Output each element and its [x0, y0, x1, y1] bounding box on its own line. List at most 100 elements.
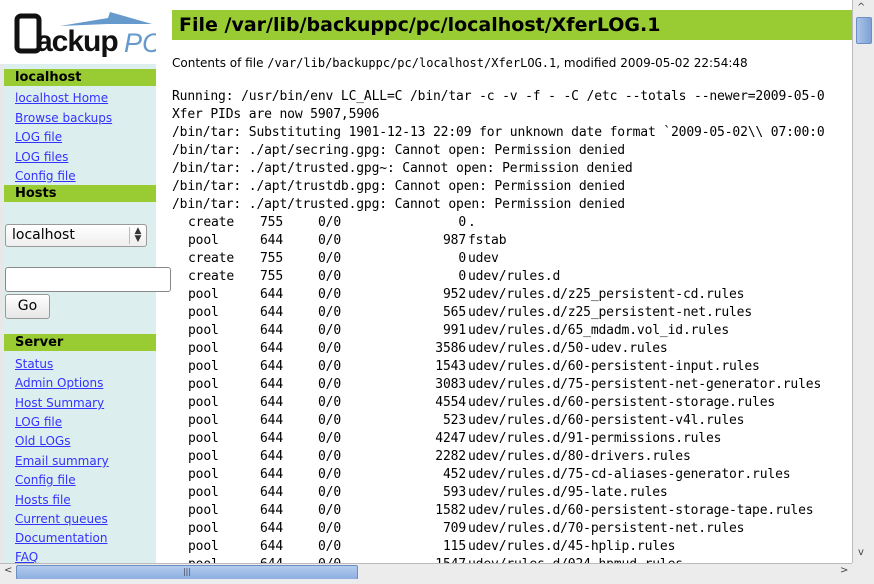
file-row: pool 644 0/0 4554 udev/rules.d/60-persistent…	[172, 394, 852, 412]
file-size: 1543	[435, 359, 466, 374]
file-owner: 0/0	[318, 431, 342, 446]
file-action: create	[188, 251, 235, 266]
scroll-left-icon[interactable]: <	[4, 565, 12, 576]
svg-text:ackup: ackup	[36, 25, 118, 58]
file-owner: 0/0	[318, 215, 342, 230]
file-row: pool 644 0/0 4247 udev/rules.d/91-permission…	[172, 430, 852, 448]
file-action: pool	[188, 359, 219, 374]
horizontal-scrollbar[interactable]: < ||| >	[0, 563, 852, 580]
nav-hosts-file[interactable]: Hosts file	[15, 493, 71, 507]
nav-server-config-file[interactable]: Config file	[15, 473, 76, 487]
file-action: pool	[188, 233, 219, 248]
file-mode: 644	[260, 449, 284, 464]
file-size: 4554	[435, 395, 466, 410]
host-search-input[interactable]	[5, 267, 171, 292]
nav-faq[interactable]: FAQ	[15, 550, 38, 564]
file-path: udev/rules.d/50-udev.rules	[468, 341, 668, 356]
nav-admin-options[interactable]: Admin Options	[15, 376, 103, 390]
file-size: 593	[442, 485, 466, 500]
vertical-scrollbar[interactable]: ^ v	[852, 0, 874, 563]
nav-host-config-file[interactable]: Config file	[15, 169, 76, 183]
file-info-modified: , modified 2009-05-02 22:54:48	[556, 56, 748, 70]
file-action: pool	[188, 503, 219, 518]
nav-email-summary[interactable]: Email summary	[15, 454, 109, 468]
file-size: 115	[442, 539, 466, 554]
backuppc-logo[interactable]: ackup PC	[0, 0, 162, 64]
nav-host-log-files[interactable]: LOG files	[15, 150, 68, 164]
log-line: /bin/tar: ./apt/trusted.gpg~: Cannot ope…	[172, 161, 633, 176]
log-line: Running: /usr/bin/env LC_ALL=C /bin/tar …	[172, 89, 825, 104]
log-line: /bin/tar: ./apt/secring.gpg: Cannot open…	[172, 143, 625, 158]
file-mode: 644	[260, 521, 284, 536]
nav-browse-backups[interactable]: Browse backups	[15, 111, 112, 125]
file-owner: 0/0	[318, 467, 342, 482]
file-owner: 0/0	[318, 413, 342, 428]
file-path: udev/rules.d/65_mdadm.vol_id.rules	[468, 323, 730, 338]
host-select[interactable]: localhost ▲ ▼	[5, 224, 147, 247]
scroll-right-icon[interactable]: >	[840, 565, 848, 576]
nav-current-queues[interactable]: Current queues	[15, 512, 108, 526]
nav-old-logs[interactable]: Old LOGs	[15, 434, 70, 448]
file-owner: 0/0	[318, 359, 342, 374]
file-info: Contents of file /var/lib/backuppc/pc/lo…	[172, 56, 748, 70]
file-path: udev/rules.d/80-drivers.rules	[468, 449, 691, 464]
file-row: pool 644 0/0 565 udev/rules.d/z25_persistent…	[172, 304, 852, 322]
file-mode: 644	[260, 395, 284, 410]
file-size: 0	[458, 251, 466, 266]
horizontal-scroll-thumb[interactable]: |||	[16, 565, 358, 580]
sidebar-heading-server: Server	[4, 334, 156, 351]
file-row: pool 644 0/0 2282 udev/rules.d/80-drivers.ru…	[172, 448, 852, 466]
file-row: pool 644 0/0 1543 udev/rules.d/60-persistent…	[172, 358, 852, 376]
file-row: pool 644 0/0 709 udev/rules.d/70-persistent-…	[172, 520, 852, 538]
file-size: 987	[442, 233, 466, 248]
file-mode: 644	[260, 503, 284, 518]
file-action: pool	[188, 521, 219, 536]
logo-graphic: ackup PC	[14, 12, 162, 58]
file-owner: 0/0	[318, 233, 342, 248]
file-path: udev/rules.d/75-cd-aliases-generator.rul…	[468, 467, 791, 482]
file-size: 1547	[435, 556, 466, 563]
file-path: udev/rules.d/024_hpmud.rules	[468, 556, 683, 563]
file-action: pool	[188, 539, 219, 554]
nav-status[interactable]: Status	[15, 357, 53, 371]
file-action: create	[188, 215, 235, 230]
file-path: udev/rules.d	[468, 269, 561, 284]
host-select-value: localhost	[12, 227, 75, 243]
scroll-down-icon[interactable]: v	[858, 547, 864, 558]
nav-localhost-home[interactable]: localhost Home	[15, 91, 108, 105]
file-action: pool	[188, 377, 219, 392]
file-action: pool	[188, 287, 219, 302]
file-owner: 0/0	[318, 251, 342, 266]
scroll-up-icon[interactable]: ^	[857, 2, 865, 13]
file-path: udev/rules.d/60-persistent-storage-tape.…	[468, 503, 814, 518]
nav-documentation[interactable]: Documentation	[15, 531, 108, 545]
xfer-log: Running: /usr/bin/env LC_ALL=C /bin/tar …	[172, 88, 852, 563]
file-size: 1582	[435, 503, 466, 518]
file-row: pool 644 0/0 115 udev/rules.d/45-hplip.rules	[172, 538, 852, 556]
vertical-scroll-thumb[interactable]	[856, 17, 872, 44]
scrollbar-corner	[852, 563, 874, 579]
nav-server-log-file[interactable]: LOG file	[15, 415, 62, 429]
file-path: udev/rules.d/60-persistent-v4l.rules	[468, 413, 745, 428]
file-row: pool 644 0/0 991 udev/rules.d/65_mdadm.vol_i…	[172, 322, 852, 340]
file-info-path: /var/lib/backuppc/pc/localhost/XferLOG.1	[267, 56, 557, 70]
nav-host-log-file[interactable]: LOG file	[15, 130, 62, 144]
file-mode: 644	[260, 467, 284, 482]
file-action: pool	[188, 413, 219, 428]
file-owner: 0/0	[318, 287, 342, 302]
file-mode: 644	[260, 287, 284, 302]
file-owner: 0/0	[318, 269, 342, 284]
file-owner: 0/0	[318, 556, 341, 563]
file-path: fstab	[468, 233, 507, 248]
file-owner: 0/0	[318, 323, 342, 338]
go-button[interactable]: Go	[5, 294, 50, 319]
file-owner: 0/0	[318, 521, 342, 536]
chevron-up-down-icon: ▲ ▼	[129, 227, 146, 244]
file-mode: 755	[260, 215, 284, 230]
file-owner: 0/0	[318, 485, 342, 500]
file-row: pool 644 0/0 987 fstab	[172, 232, 852, 250]
nav-host-summary[interactable]: Host Summary	[15, 396, 104, 410]
file-mode: 644	[260, 233, 284, 248]
file-row: create 755 0/0 0 udev	[172, 250, 852, 268]
log-line: /bin/tar: ./apt/trusted.gpg: Cannot open…	[172, 197, 625, 212]
